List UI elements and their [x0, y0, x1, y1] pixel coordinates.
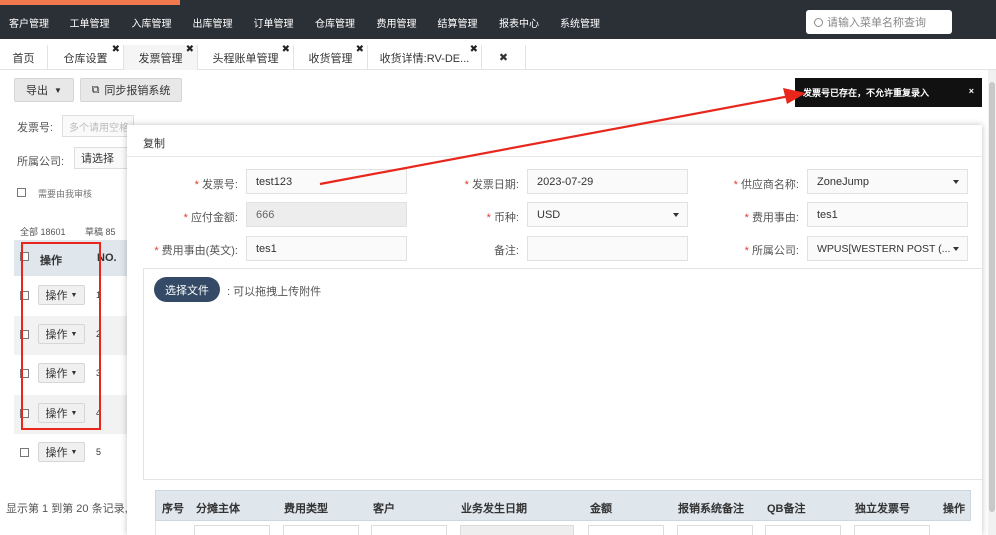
annotation-arrow-head	[783, 88, 806, 104]
scrollbar-thumb[interactable]	[989, 82, 995, 512]
page-scrollbar[interactable]	[988, 70, 996, 535]
annotation-arrow-line	[319, 94, 791, 186]
annotation-arrow	[319, 88, 806, 186]
